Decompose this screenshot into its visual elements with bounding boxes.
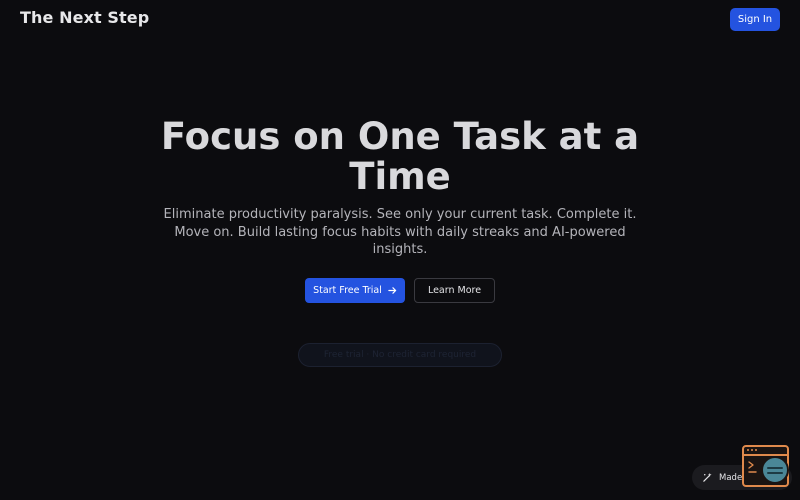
- widget-titlebar: [744, 447, 787, 456]
- landing-page: The Next Step Sign In Focus on One Task …: [0, 0, 800, 500]
- wand-icon: [703, 472, 712, 482]
- start-free-trial-label: Start Free Trial: [313, 285, 382, 296]
- learn-more-button[interactable]: Learn More: [414, 278, 495, 303]
- hero-title: Focus on One Task at a Time: [160, 115, 640, 198]
- hero-subtitle: Eliminate productivity paralysis. See on…: [163, 207, 637, 257]
- brand-logo-text[interactable]: The Next Step: [20, 8, 149, 27]
- arrow-right-icon: [388, 287, 397, 294]
- sign-in-button[interactable]: Sign In: [730, 8, 780, 31]
- terminal-icon: [748, 461, 757, 473]
- avatar[interactable]: [761, 456, 789, 484]
- trial-info-text: Free trial · No credit card required: [323, 350, 477, 360]
- trial-info-pill: Free trial · No credit card required: [298, 343, 502, 367]
- start-free-trial-button[interactable]: Start Free Trial: [305, 278, 405, 303]
